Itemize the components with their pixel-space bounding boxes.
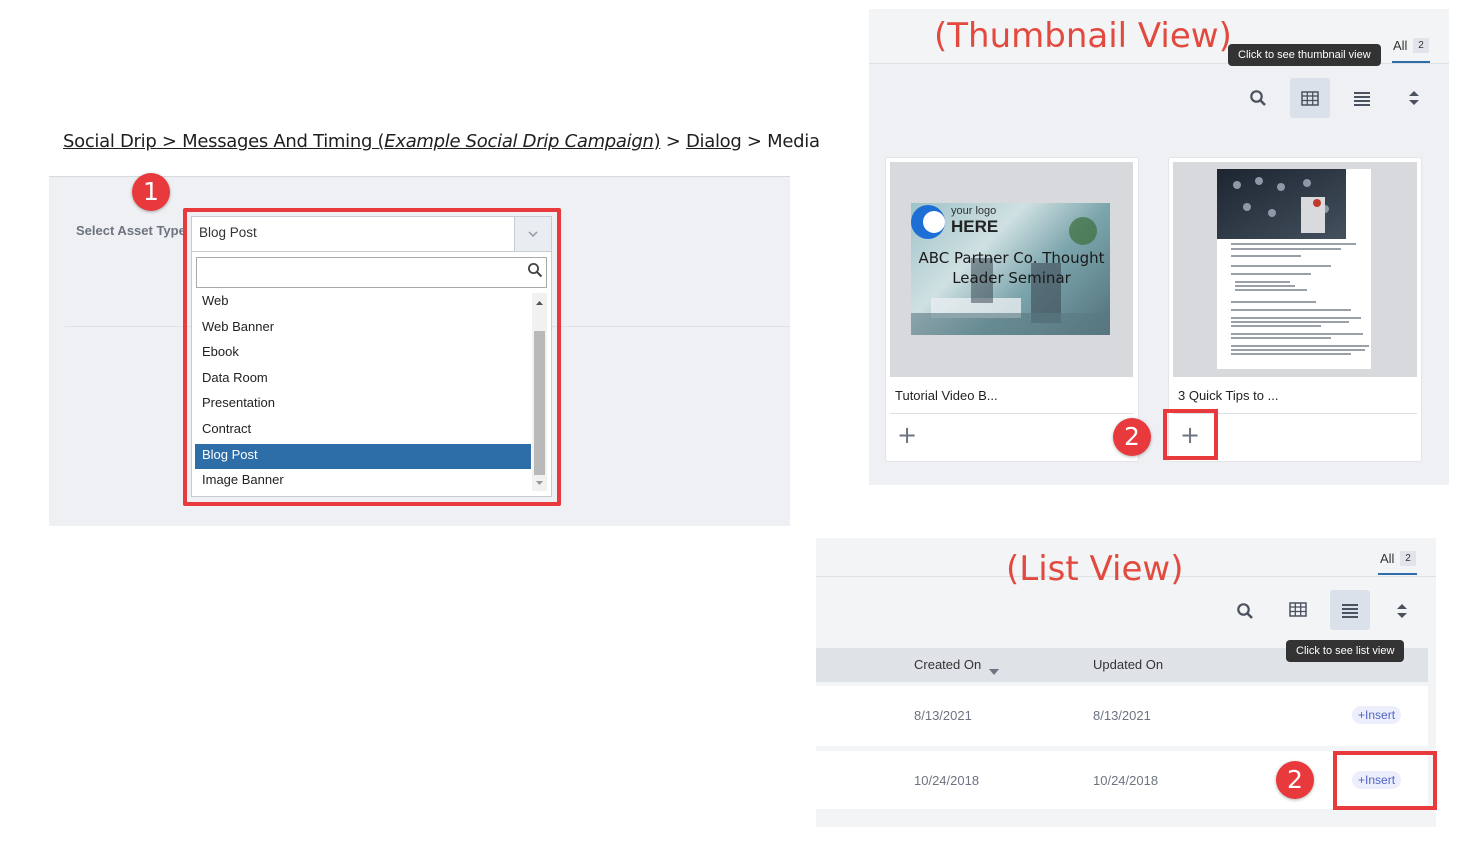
search-button[interactable] xyxy=(1238,78,1278,118)
search-icon xyxy=(1237,603,1253,619)
list-view-title: (List View) xyxy=(1006,549,1184,589)
grid-icon xyxy=(1301,90,1319,106)
tab-underline xyxy=(1392,61,1430,63)
card-image-document xyxy=(1217,169,1371,369)
thumbnail-view-title: (Thumbnail View) xyxy=(934,16,1232,56)
grid-icon xyxy=(1289,601,1307,617)
card-image-seminar: your logo HERE ABC Partner Co. Thought L… xyxy=(911,203,1110,335)
tab-underline xyxy=(1378,573,1417,575)
tab-all[interactable]: All xyxy=(1393,38,1407,53)
thumbnail-view-button[interactable] xyxy=(1278,589,1318,629)
caret-down-icon xyxy=(989,662,999,680)
list-view-tooltip: Click to see list view xyxy=(1286,640,1405,662)
column-created-on[interactable]: Created On xyxy=(914,657,981,672)
thumbnail-view-button[interactable] xyxy=(1290,78,1330,118)
card-divider xyxy=(890,413,1133,414)
insert-label: Insert xyxy=(1365,708,1396,722)
breadcrumb-sep: > xyxy=(741,131,768,152)
asset-type-label: Select Asset Type xyxy=(76,223,186,238)
search-button[interactable] xyxy=(1225,591,1265,631)
breadcrumb-messages[interactable]: Messages And Timing xyxy=(182,131,377,152)
tab-count-badge: 2 xyxy=(1413,38,1429,53)
thumbnail-tooltip: Click to see thumbnail view xyxy=(1228,44,1381,66)
card-overlay-text: ABC Partner Co. Thought Leader Seminar xyxy=(918,249,1105,287)
breadcrumb: Social Drip > Messages And Timing (Examp… xyxy=(63,131,820,152)
tab-count-badge: 2 xyxy=(1400,551,1416,566)
sort-icon xyxy=(1397,604,1407,618)
plus-icon: + xyxy=(1358,708,1366,722)
highlight-frame-3 xyxy=(1333,751,1437,810)
cell-updated: 8/13/2021 xyxy=(1093,708,1151,723)
plus-icon[interactable]: + xyxy=(1180,423,1200,447)
step-badge-2: 2 xyxy=(1276,761,1314,799)
sort-button[interactable] xyxy=(1394,78,1434,118)
breadcrumb-sep: > xyxy=(660,131,686,152)
list-icon xyxy=(1342,603,1358,618)
breadcrumb-media: Media xyxy=(767,131,820,152)
highlight-frame-1 xyxy=(183,208,561,506)
column-updated-on[interactable]: Updated On xyxy=(1093,657,1163,672)
card-title: 3 Quick Tips to ... xyxy=(1178,388,1279,403)
breadcrumb-campaign[interactable]: Example Social Drip Campaign xyxy=(384,131,654,152)
insert-button[interactable]: +Insert xyxy=(1352,706,1402,724)
cell-created: 8/13/2021 xyxy=(914,708,972,723)
card-title: Tutorial Video B... xyxy=(895,388,998,403)
list-icon xyxy=(1354,91,1370,106)
step-badge-1: 1 xyxy=(132,173,170,211)
breadcrumb-sep: > xyxy=(156,131,183,152)
step-badge-2: 2 xyxy=(1113,418,1151,456)
plus-icon[interactable]: + xyxy=(897,423,917,447)
tab-all[interactable]: All xyxy=(1380,551,1394,566)
logo-circle-inner xyxy=(923,211,945,233)
breadcrumb-dialog[interactable]: Dialog xyxy=(686,131,742,152)
sort-button[interactable] xyxy=(1382,591,1422,631)
breadcrumb-social-drip[interactable]: Social Drip xyxy=(63,131,157,152)
list-view-button[interactable] xyxy=(1330,590,1370,630)
logo-text: your logo xyxy=(951,205,997,217)
list-view-button[interactable] xyxy=(1342,78,1382,118)
sort-icon xyxy=(1409,91,1419,105)
search-icon xyxy=(1250,90,1266,106)
cell-created: 10/24/2018 xyxy=(914,773,980,788)
cell-updated: 10/24/2018 xyxy=(1093,773,1159,788)
logo-here: HERE xyxy=(951,217,999,236)
